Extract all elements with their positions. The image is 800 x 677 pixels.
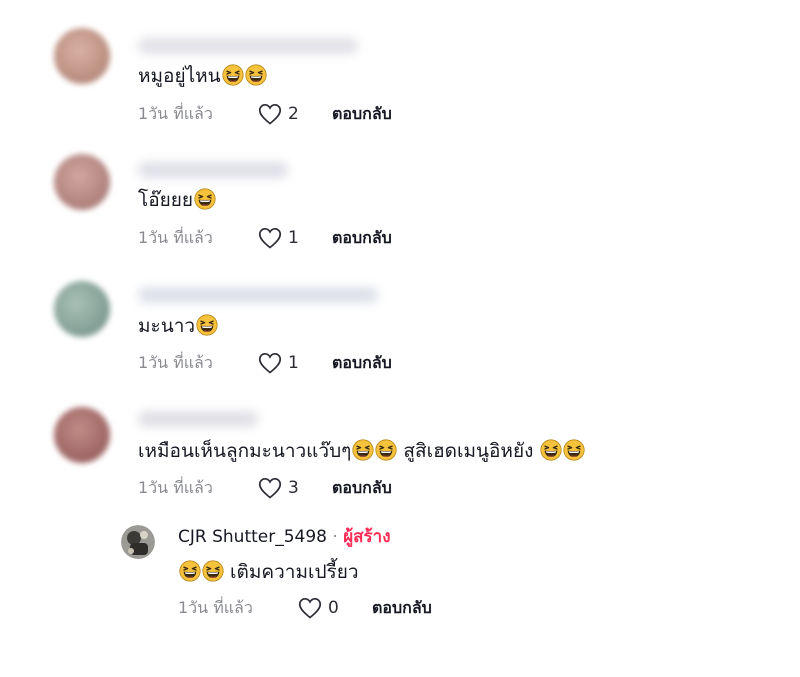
reply-button[interactable]: ตอบกลับ [372,596,432,621]
like-button[interactable]: 2 [258,103,332,125]
comment-text: เหมือนเห็นลูกมะนาวแว๊บๆ สูสิเฮดเมนูอิหยั… [138,439,586,463]
username-blurred[interactable] [138,162,288,178]
comment-text: โอ๊ยยย [138,188,216,212]
separator: · [326,527,344,547]
reply-header: CJR Shutter_5498 · ผู้สร้าง [178,526,391,548]
reply-item: CJR Shutter_5498 · ผู้สร้าง เติมความเปรี… [0,510,800,640]
comment-item: หมูอยู่ไหน 1วัน ที่แล้ว 2 ตอบกลับ [0,0,800,130]
like-count: 2 [288,104,299,124]
laughing-face-emoji-icon [375,439,397,461]
like-count: 1 [288,353,299,373]
emoji-group [195,314,218,337]
username-blurred[interactable] [138,287,378,303]
heart-outline-icon [258,352,282,374]
comment-item: เหมือนเห็นลูกมะนาวแว๊บๆ สูสิเฮดเมนูอิหยั… [0,385,800,510]
like-count: 3 [288,478,299,498]
like-button[interactable]: 1 [258,352,332,374]
comment-item: โอ๊ยยย 1วัน ที่แล้ว 1 ตอบกลับ [0,130,800,260]
like-button[interactable]: 1 [258,227,332,249]
creator-username[interactable]: CJR Shutter_5498 [178,527,327,547]
emoji-group [351,439,397,462]
emoji-group [178,560,224,583]
like-count: 0 [328,598,339,618]
timestamp: 1วัน ที่แล้ว [178,597,253,617]
heart-outline-icon [258,227,282,249]
reply-button[interactable]: ตอบกลับ [332,476,392,501]
creator-badge: ผู้สร้าง [343,527,391,547]
emoji-group [539,439,586,462]
laughing-face-emoji-icon [179,560,201,582]
timestamp: 1วัน ที่แล้ว [138,477,213,497]
comment-meta: 1วัน ที่แล้ว 3 ตอบกลับ [138,476,392,500]
heart-outline-icon [258,103,282,125]
avatar[interactable] [54,28,110,84]
heart-outline-icon [298,597,322,619]
like-button[interactable]: 0 [298,597,372,619]
timestamp: 1วัน ที่แล้ว [138,227,213,247]
comment-meta: 1วัน ที่แล้ว 1 ตอบกลับ [138,226,392,250]
creator-avatar[interactable] [121,525,155,559]
laughing-face-emoji-icon [245,64,267,86]
laughing-face-emoji-icon [194,188,216,210]
like-count: 1 [288,228,299,248]
avatar[interactable] [54,281,110,337]
avatar[interactable] [54,154,110,210]
avatar[interactable] [54,407,110,463]
username-blurred[interactable] [138,411,258,427]
reply-button[interactable]: ตอบกลับ [332,226,392,251]
laughing-face-emoji-icon [352,439,374,461]
reply-button[interactable]: ตอบกลับ [332,102,392,127]
creator-avatar-image [121,525,155,559]
reply-button[interactable]: ตอบกลับ [332,351,392,376]
emoji-group [193,188,216,211]
laughing-face-emoji-icon [202,560,224,582]
timestamp: 1วัน ที่แล้ว [138,352,213,372]
laughing-face-emoji-icon [563,439,586,461]
like-button[interactable]: 3 [258,477,332,499]
reply-meta: 1วัน ที่แล้ว 0 ตอบกลับ [178,596,432,620]
laughing-face-emoji-icon [196,314,218,336]
comment-item: มะนาว 1วัน ที่แล้ว 1 ตอบกลับ [0,255,800,385]
heart-outline-icon [258,477,282,499]
timestamp: 1วัน ที่แล้ว [138,103,213,123]
comment-text: หมูอยู่ไหน [138,64,267,88]
reply-text: เติมความเปรี้ยว [178,560,359,584]
laughing-face-emoji-icon [540,439,563,461]
laughing-face-emoji-icon [222,64,244,86]
emoji-group [221,64,267,87]
comment-text: มะนาว [138,314,218,338]
username-blurred[interactable] [138,38,358,54]
comment-meta: 1วัน ที่แล้ว 1 ตอบกลับ [138,351,392,375]
comment-meta: 1วัน ที่แล้ว 2 ตอบกลับ [138,102,392,126]
